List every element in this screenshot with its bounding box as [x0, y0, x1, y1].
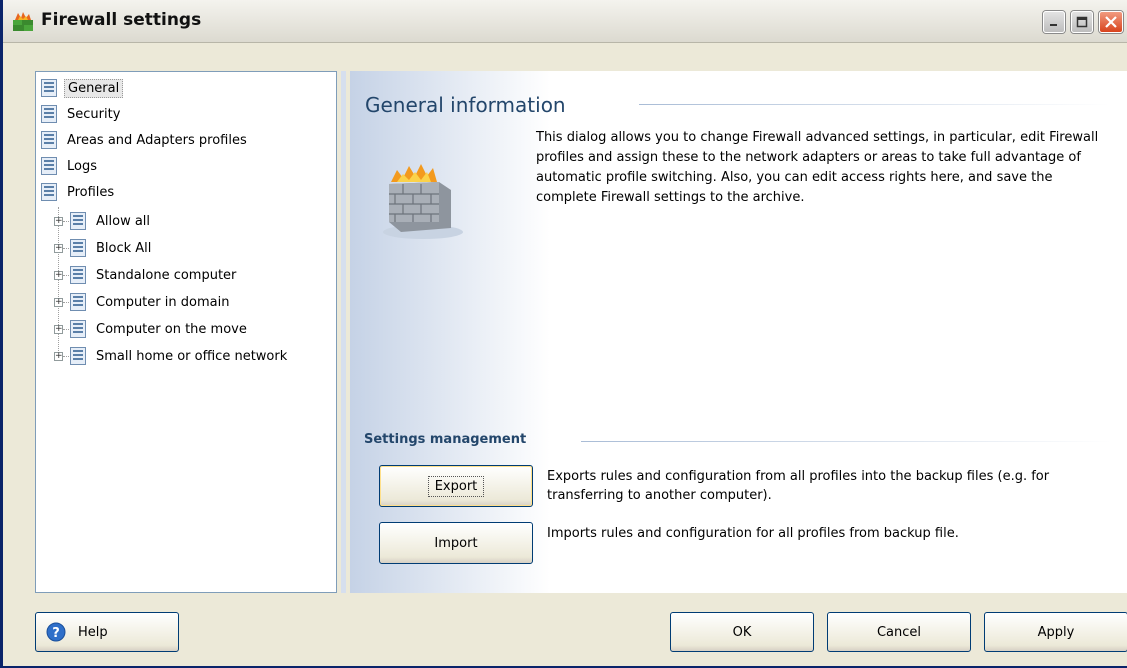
tree-item-label: Profiles: [67, 184, 115, 200]
expand-toggle[interactable]: +: [54, 217, 63, 226]
title-divider: [639, 104, 1109, 105]
close-icon: [1105, 16, 1117, 28]
tree-item-block-all[interactable]: Block All: [70, 237, 154, 259]
document-list-icon: [70, 293, 86, 311]
tree-connector: [58, 207, 59, 357]
import-description: Imports rules and configuration for all …: [547, 526, 959, 541]
help-button-label: Help: [78, 624, 108, 640]
export-button-label: Export: [427, 475, 485, 497]
document-list-icon: [70, 347, 86, 365]
panel-splitter[interactable]: [341, 71, 346, 593]
tree-item-label: Block All: [96, 240, 152, 256]
document-list-icon: [41, 131, 57, 149]
cancel-button[interactable]: Cancel: [827, 612, 971, 652]
firewall-settings-window: Firewall settings General Security Areas…: [0, 0, 1127, 668]
document-list-icon: [41, 183, 57, 201]
document-list-icon: [41, 105, 57, 123]
document-list-icon: [70, 239, 86, 257]
tree-item-label: General: [64, 78, 124, 98]
export-button[interactable]: Export: [379, 465, 533, 507]
document-list-icon: [70, 320, 86, 338]
expand-toggle[interactable]: +: [54, 244, 63, 253]
tree-connector: [63, 275, 69, 276]
tree-item-label: Logs: [67, 158, 97, 174]
general-description: This dialog allows you to change Firewal…: [536, 130, 1099, 205]
expand-toggle[interactable]: +: [54, 298, 63, 307]
settings-divider: [581, 441, 1111, 442]
import-button-label: Import: [434, 535, 478, 551]
tree-connector: [63, 329, 69, 330]
tree-item-label: Allow all: [96, 213, 151, 229]
apply-button[interactable]: Apply: [984, 612, 1127, 652]
tree-item-label: Areas and Adapters profiles: [67, 132, 247, 148]
document-list-icon: [41, 157, 57, 175]
svg-text:?: ?: [52, 626, 60, 641]
tree-item-small-home-office[interactable]: Small home or office network: [70, 345, 290, 367]
firewall-app-icon: [13, 12, 33, 31]
tree-connector: [63, 221, 69, 222]
title-bar[interactable]: Firewall settings: [3, 0, 1127, 43]
import-button[interactable]: Import: [379, 522, 533, 564]
tree-item-label: Computer on the move: [96, 321, 247, 337]
settings-management-heading: Settings management: [364, 432, 527, 447]
tree-item-computer-on-the-move[interactable]: Computer on the move: [70, 318, 250, 340]
help-button[interactable]: ? Help: [35, 612, 179, 652]
maximize-icon: [1076, 16, 1088, 28]
tree-item-general[interactable]: General: [41, 77, 124, 99]
expand-toggle[interactable]: +: [54, 352, 63, 361]
tree-item-areas-adapters[interactable]: Areas and Adapters profiles: [41, 129, 250, 151]
tree-item-profiles[interactable]: Profiles: [41, 181, 117, 203]
ok-button[interactable]: OK: [670, 612, 814, 652]
tree-connector: [63, 248, 69, 249]
expand-toggle[interactable]: +: [54, 325, 63, 334]
cancel-button-label: Cancel: [876, 624, 922, 640]
document-list-icon: [70, 266, 86, 284]
tree-connector: [63, 302, 69, 303]
apply-button-label: Apply: [1037, 624, 1075, 640]
minimize-button[interactable]: [1043, 11, 1065, 33]
document-list-icon: [41, 79, 57, 97]
ok-button-label: OK: [732, 624, 752, 640]
tree-item-computer-in-domain[interactable]: Computer in domain: [70, 291, 232, 313]
page-title: General information: [365, 93, 566, 117]
tree-item-security[interactable]: Security: [41, 103, 123, 125]
minimize-icon: [1050, 24, 1057, 26]
tree-item-allow-all[interactable]: Allow all: [70, 210, 153, 232]
maximize-button[interactable]: [1071, 11, 1093, 33]
export-description: Exports rules and configuration from all…: [547, 469, 1050, 503]
tree-item-label: Standalone computer: [96, 267, 237, 283]
settings-tree[interactable]: General Security Areas and Adapters prof…: [35, 71, 337, 593]
close-button[interactable]: [1099, 11, 1123, 33]
tree-item-label: Security: [67, 106, 121, 122]
window-title: Firewall settings: [41, 10, 202, 30]
firewall-wall-icon: [383, 164, 463, 239]
document-list-icon: [70, 212, 86, 230]
tree-item-standalone-computer[interactable]: Standalone computer: [70, 264, 239, 286]
tree-connector: [63, 356, 69, 357]
tree-item-logs[interactable]: Logs: [41, 155, 100, 177]
expand-toggle[interactable]: +: [54, 271, 63, 280]
help-icon: ?: [46, 622, 66, 642]
tree-item-label: Computer in domain: [96, 294, 230, 310]
tree-item-label: Small home or office network: [96, 348, 288, 364]
